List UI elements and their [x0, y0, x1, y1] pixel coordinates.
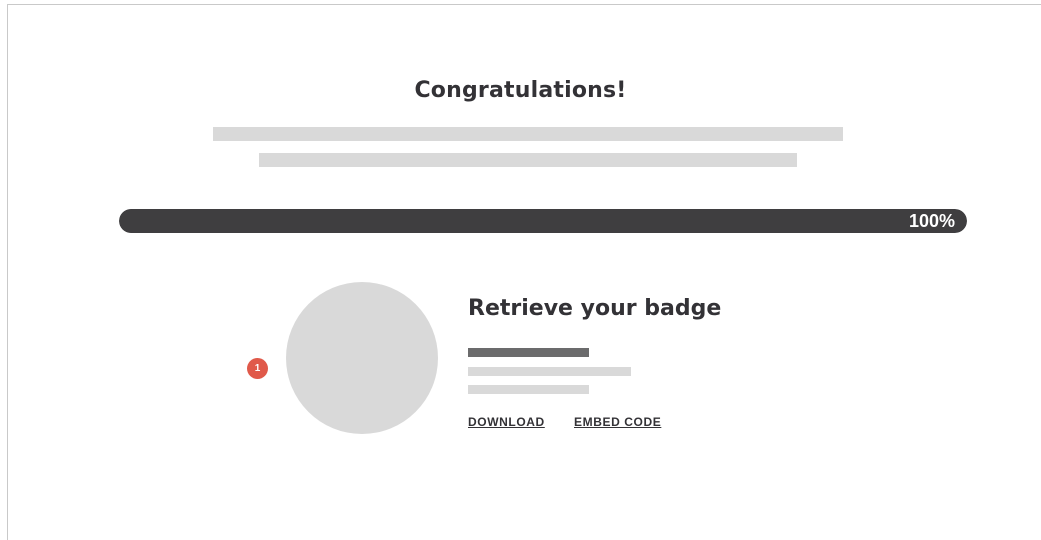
progress-bar: 100%	[119, 209, 967, 233]
placeholder-text-line	[213, 127, 843, 141]
badge-heading: Retrieve your badge	[468, 296, 722, 321]
progress-percent-label: 100%	[908, 211, 955, 231]
placeholder-subtitle-line	[468, 348, 589, 357]
badge-image-placeholder	[286, 282, 438, 434]
placeholder-text-line	[468, 385, 589, 394]
download-link[interactable]: DOWNLOAD	[468, 415, 545, 429]
placeholder-text-line	[259, 153, 797, 167]
placeholder-text-line	[468, 367, 631, 376]
progress-bar-fill	[119, 209, 967, 233]
page-title: Congratulations!	[414, 78, 627, 103]
step-number-badge: 1	[247, 358, 268, 379]
embed-code-link[interactable]: EMBED CODE	[574, 415, 661, 429]
